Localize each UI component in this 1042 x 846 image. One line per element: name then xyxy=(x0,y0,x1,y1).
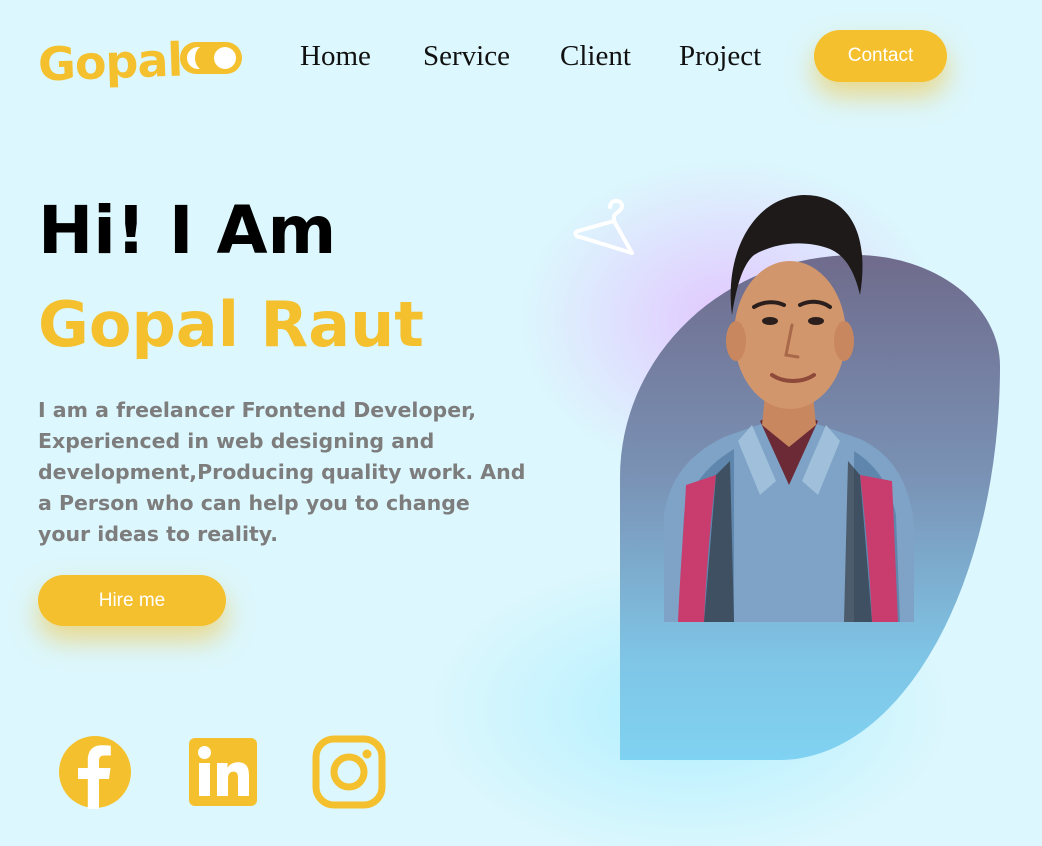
nav-client[interactable]: Client xyxy=(560,36,631,76)
nav-home[interactable]: Home xyxy=(300,36,371,76)
hero-description: I am a freelancer Frontend Developer, Ex… xyxy=(38,398,526,546)
logo-text: Gopal xyxy=(37,32,184,92)
linkedin-icon[interactable] xyxy=(187,735,261,809)
hanger-icon xyxy=(573,198,634,255)
hero-name: Gopal Raut xyxy=(38,288,424,361)
moon-icon xyxy=(187,46,213,70)
toggle-knob xyxy=(214,47,236,69)
logo[interactable]: Gopal xyxy=(37,30,184,94)
hero-greeting: Hi! I Am xyxy=(38,192,337,269)
nav-service[interactable]: Service xyxy=(423,36,510,76)
theme-toggle[interactable] xyxy=(180,42,242,74)
nav-project[interactable]: Project xyxy=(679,36,761,76)
instagram-icon[interactable] xyxy=(312,735,386,809)
contact-button[interactable]: Contact xyxy=(814,30,947,82)
profile-photo xyxy=(664,195,914,622)
hire-me-button[interactable]: Hire me xyxy=(38,575,226,626)
facebook-icon[interactable] xyxy=(58,735,132,809)
